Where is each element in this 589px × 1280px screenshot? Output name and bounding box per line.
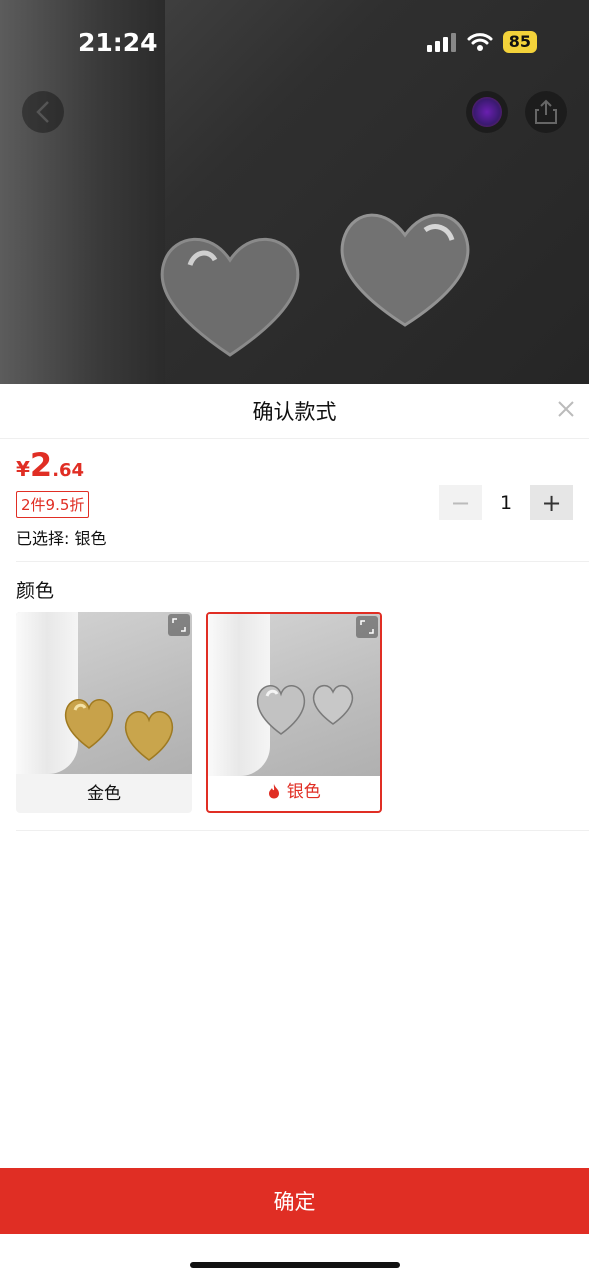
promo-badge: 2件9.5折 [16,491,90,518]
share-button[interactable] [525,91,567,133]
home-indicator [190,1262,400,1268]
price-decimal: .64 [52,460,85,481]
price-currency: ¥ [16,457,30,481]
divider [0,438,589,439]
color-option-label: 金色 [87,784,121,804]
chevron-left-icon [36,101,49,123]
silver-heart-left-image [160,237,300,357]
silver-option-image [208,614,380,776]
silver-heart-right-image [340,213,470,327]
style-confirm-sheet: 确认款式 ¥2.64 2件9.5折 已选择: 银色 − 1 + 颜色 金色 银色 [0,384,589,1280]
back-button[interactable] [22,91,64,133]
expand-icon [360,620,374,634]
avatar-icon [472,97,502,127]
close-icon[interactable] [557,400,575,418]
color-option-silver[interactable]: 银色 [206,612,382,813]
gold-hearts-image [64,699,174,761]
silver-hearts-image [256,684,354,735]
confirm-button[interactable]: 确定 [0,1168,589,1234]
color-option-gold[interactable]: 金色 [16,612,192,813]
status-time: 21:24 [78,28,158,57]
gold-option-image [16,612,192,774]
quantity-value: 1 [499,491,513,514]
divider [16,561,589,562]
expand-button[interactable] [168,614,190,636]
product-hero-image: 21:24 85 [0,0,589,384]
signal-icon [426,33,456,52]
flame-icon [269,784,280,799]
divider [16,830,589,831]
color-option-label-wrap: 银色 [208,773,380,811]
decrement-button[interactable]: − [439,485,482,520]
price: ¥2.64 [16,446,84,484]
expand-button[interactable] [356,616,378,638]
price-integer: 2 [29,446,53,484]
color-section-label: 颜色 [16,580,55,602]
sheet-title: 确认款式 [252,400,337,424]
battery-indicator: 85 [502,31,537,53]
selected-variant-text: 已选择: 银色 [16,529,107,548]
quantity-stepper: − 1 + [439,485,573,520]
wifi-icon [467,33,493,51]
avatar-button[interactable] [466,91,508,133]
expand-icon [172,618,186,632]
increment-button[interactable]: + [530,485,573,520]
status-bar: 21:24 85 [0,0,589,86]
color-option-label: 银色 [286,782,321,802]
share-icon [535,99,557,124]
